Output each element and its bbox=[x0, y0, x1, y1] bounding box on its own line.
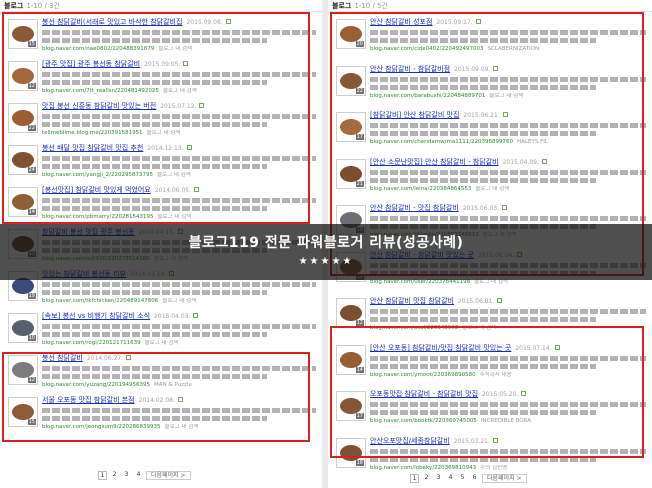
result-extra-link[interactable]: 블로그 내 검색 bbox=[162, 298, 196, 304]
food-image bbox=[340, 305, 362, 321]
result-snippet-line bbox=[42, 324, 316, 329]
food-image bbox=[12, 278, 34, 294]
result-title-link[interactable]: [속보] 봉선 vs 비행기 참닭갈비 소식 bbox=[42, 312, 150, 320]
result-thumbnail[interactable]: 12 bbox=[336, 298, 366, 328]
result-title-link[interactable]: 안산 참닭갈비 맛집 참닭갈비 bbox=[370, 297, 454, 305]
open-new-window-icon[interactable] bbox=[497, 298, 503, 303]
review-banner: 블로그119 전문 파워블로거 리뷰(성공사례) ★★★★★ bbox=[0, 224, 652, 280]
right-pagination: 1 2 3 4 5 6 다음페이지 > bbox=[410, 473, 527, 483]
page-number-6[interactable]: 6 bbox=[470, 474, 479, 483]
right-panel-count: 1-10 / 5건 bbox=[354, 2, 388, 10]
page-number-2[interactable]: 2 bbox=[110, 471, 119, 480]
page-number-1[interactable]: 1 bbox=[410, 473, 419, 483]
highlight-box bbox=[2, 352, 310, 442]
result-date: 2015.04.03. bbox=[154, 313, 191, 320]
page-number-4[interactable]: 4 bbox=[446, 474, 455, 483]
next-page-button[interactable]: 다음페이지 > bbox=[482, 473, 527, 483]
page-number-4[interactable]: 4 bbox=[134, 471, 143, 480]
page-number-2[interactable]: 2 bbox=[422, 474, 431, 483]
result-url-link[interactable]: blog.naver.com/tkfchicken/220489147806 bbox=[42, 298, 158, 304]
banner-stars: ★★★★★ bbox=[298, 256, 354, 267]
open-new-window-icon[interactable] bbox=[193, 313, 199, 318]
thumb-count-badge: 19 bbox=[27, 293, 36, 299]
result-url-link[interactable]: blog.naver.com/lobeky/220369810943 bbox=[370, 465, 476, 471]
thumb-count-badge: 10 bbox=[27, 335, 36, 341]
result-snippet-line bbox=[42, 282, 316, 287]
result-snippet-line bbox=[42, 332, 267, 337]
result-url-link[interactable]: blog.naver.com/rogi/220121711639 bbox=[42, 340, 141, 346]
page-number-1[interactable]: 1 bbox=[98, 470, 107, 480]
result-snippet-line bbox=[42, 290, 267, 295]
next-page-button[interactable]: 다음페이지 > bbox=[146, 470, 191, 480]
result-extra-link[interactable]: 주의 김진영 bbox=[480, 465, 507, 471]
result-date: 2015.06.01. bbox=[457, 298, 495, 305]
left-panel-count: 1-10 / 3건 bbox=[26, 2, 60, 10]
search-result-item[interactable]: 10 [속보] 봉선 vs 비행기 참닭갈비 소식 2015.04.03. blog.… bbox=[0, 311, 322, 347]
right-panel-header: 블로그 1-10 / 5건 bbox=[328, 0, 652, 12]
highlight-box bbox=[330, 326, 644, 458]
page-number-5[interactable]: 5 bbox=[458, 474, 467, 483]
food-image bbox=[12, 320, 34, 336]
thumb-count-badge: 18 bbox=[355, 459, 364, 466]
result-extra-link[interactable]: 블로그 내 검색 bbox=[145, 340, 179, 346]
left-pagination: 1 2 3 4 다음페이지 > bbox=[98, 470, 191, 480]
right-panel-title: 블로그 bbox=[332, 2, 352, 10]
left-panel-title: 블로그 bbox=[4, 2, 24, 10]
page-number-3[interactable]: 3 bbox=[122, 471, 131, 480]
result-snippet-line bbox=[370, 309, 646, 314]
highlight-box bbox=[2, 12, 310, 224]
result-thumbnail[interactable]: 10 bbox=[8, 313, 38, 343]
result-snippet-line bbox=[370, 317, 597, 322]
page-number-3[interactable]: 3 bbox=[434, 474, 443, 483]
left-panel-header: 블로그 1-10 / 3건 bbox=[0, 0, 322, 12]
banner-headline: 블로그119 전문 파워블로거 리뷰(성공사례) bbox=[188, 235, 464, 251]
